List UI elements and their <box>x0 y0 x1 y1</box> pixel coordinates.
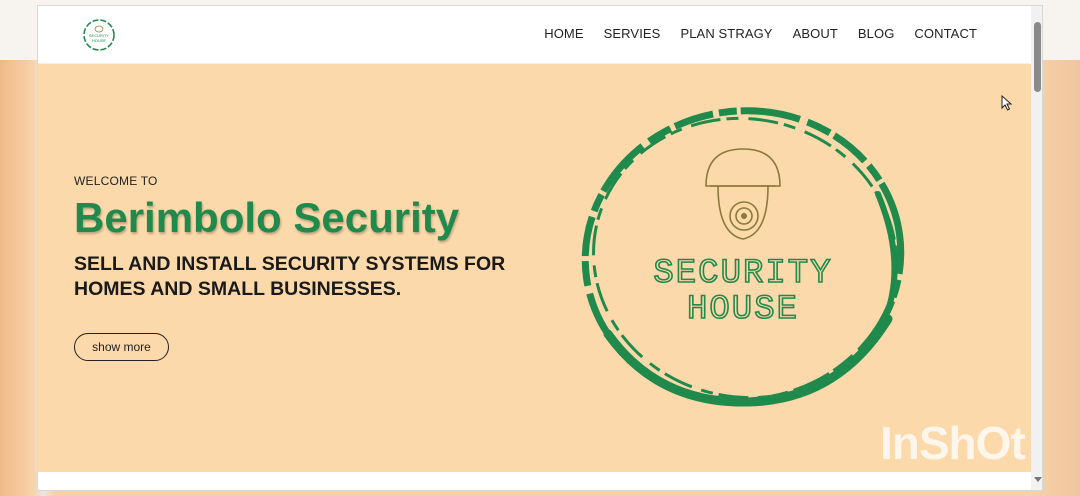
next-section-peek <box>38 472 1031 490</box>
nav-about[interactable]: ABOUT <box>793 26 838 41</box>
scroll-down-arrow-icon[interactable] <box>1034 477 1042 482</box>
inshot-watermark: InShOt <box>880 417 1026 469</box>
scrollbar-thumb[interactable] <box>1034 22 1041 92</box>
dome-camera-icon <box>705 148 781 240</box>
tagline-line-1: SELL AND INSTALL SECURITY SYSTEMS FOR <box>74 253 506 275</box>
site-logo-line2: HOUSE <box>92 38 107 43</box>
show-more-button[interactable]: show more <box>74 333 169 361</box>
mouse-cursor-icon <box>1001 95 1013 111</box>
hero-title: Berimbolo Security <box>74 194 460 241</box>
security-house-logo: SECURITY HOUSE <box>581 107 905 407</box>
tagline-line-2: HOMES AND SMALL BUSINESSES. <box>74 278 402 300</box>
hero-tagline: SELL AND INSTALL SECURITY SYSTEMS FOR HO… <box>74 252 514 302</box>
nav-plan-strategy[interactable]: PLAN STRAGY <box>680 26 772 41</box>
welcome-text: WELCOME TO <box>74 174 158 188</box>
navbar: SECURITY HOUSE HOME SERVIES PLAN STRAGY … <box>38 6 1031 64</box>
nav-services[interactable]: SERVIES <box>604 26 661 41</box>
site-logo[interactable]: SECURITY HOUSE <box>82 18 116 52</box>
nav-blog[interactable]: BLOG <box>858 26 895 41</box>
nav-contact[interactable]: CONTACT <box>914 26 977 41</box>
nav-links: HOME SERVIES PLAN STRAGY ABOUT BLOG CONT… <box>544 26 977 41</box>
logo-text-house: HOUSE <box>687 291 799 329</box>
logo-text-security: SECURITY <box>653 255 832 293</box>
nav-home[interactable]: HOME <box>544 26 583 41</box>
hero-section: WELCOME TO Berimbolo Security SELL AND I… <box>38 64 1031 472</box>
